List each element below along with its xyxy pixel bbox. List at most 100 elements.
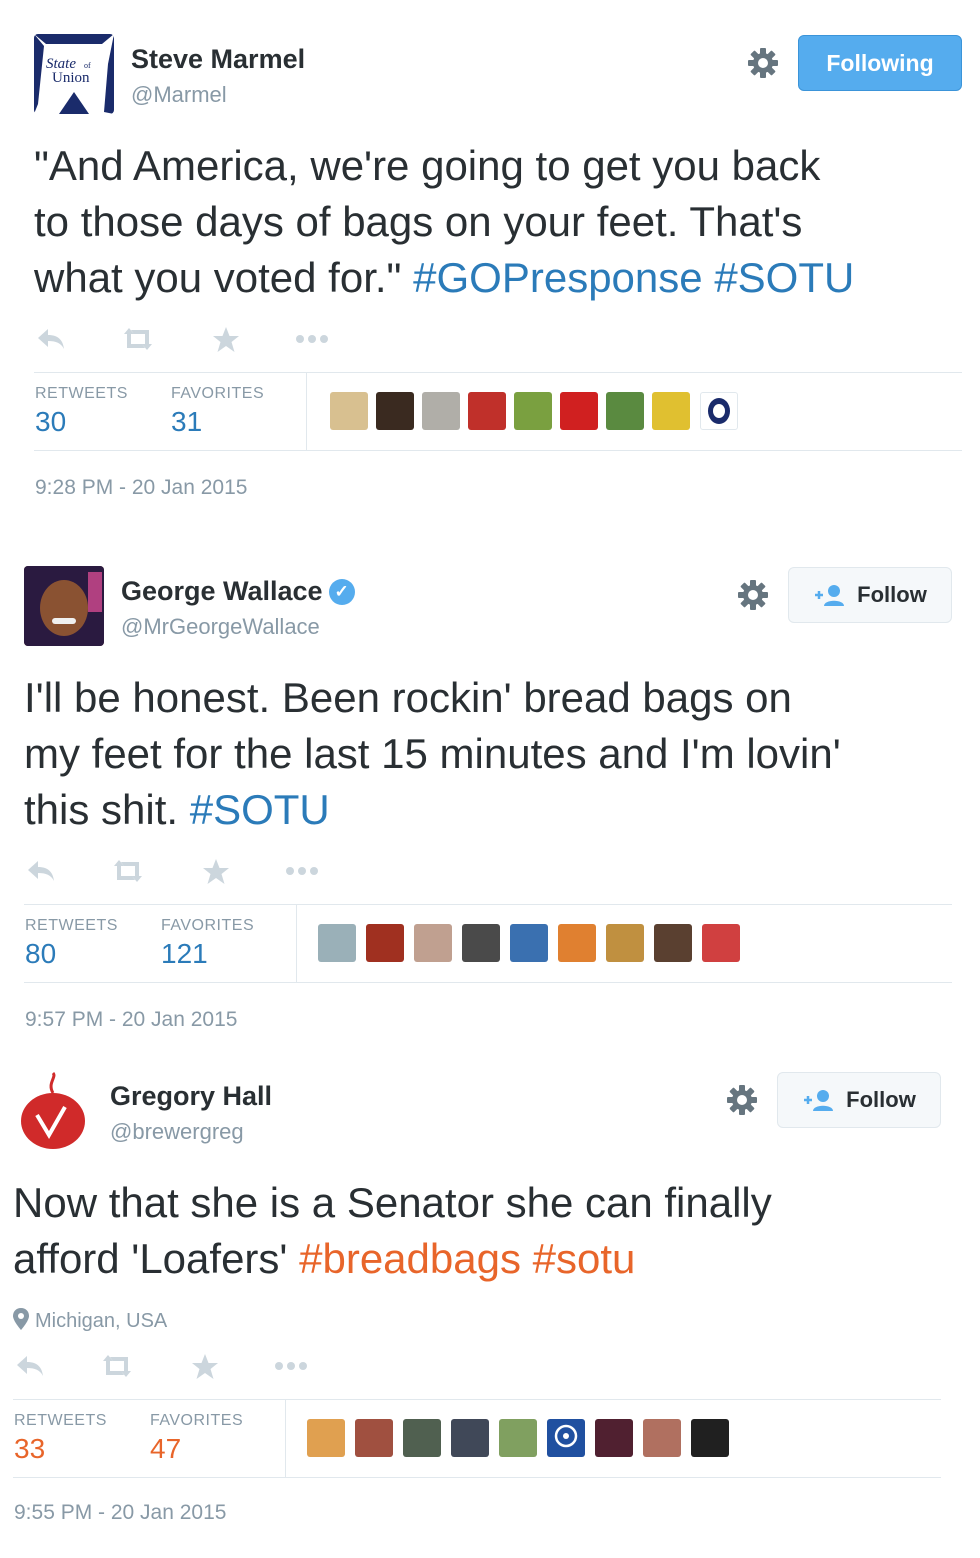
user-avatar[interactable] (307, 1419, 345, 1457)
author-name[interactable]: George Wallace ✓ (121, 576, 355, 607)
user-avatar[interactable] (403, 1419, 441, 1457)
tweet-text-fragment: what you voted for." (34, 254, 414, 301)
user-avatar[interactable] (558, 924, 596, 962)
hashtag-link[interactable]: #SOTU (190, 786, 330, 833)
following-button-label: Following (826, 49, 934, 76)
more-icon[interactable] (273, 1359, 309, 1377)
tweet-text-line: Now that she is a Senator she can finall… (13, 1179, 772, 1226)
state-of-union-logo-icon: State of Union (34, 34, 114, 114)
user-avatar[interactable] (595, 1419, 633, 1457)
user-avatar[interactable] (547, 1419, 585, 1457)
retweet-icon[interactable] (110, 858, 146, 889)
reply-icon[interactable] (36, 326, 66, 357)
location-pin-icon (13, 1308, 29, 1330)
avatar[interactable] (24, 566, 104, 646)
follow-person-icon (815, 585, 845, 606)
more-icon[interactable] (294, 332, 330, 350)
hashtag-link[interactable]: #breadbags (299, 1235, 521, 1282)
favorites-label: FAVORITES (150, 1412, 244, 1429)
divider (34, 372, 962, 373)
tweet-text-line: afford 'Loafers' #breadbags #sotu (13, 1231, 772, 1287)
tweet-text: "And America, we're going to get you bac… (34, 138, 854, 306)
author-name[interactable]: Gregory Hall (110, 1081, 272, 1112)
user-avatar[interactable] (462, 924, 500, 962)
hashtag-link[interactable]: #SOTU (714, 254, 854, 301)
favorite-icon[interactable] (212, 326, 240, 359)
favorites-count[interactable]: 121 (161, 938, 208, 970)
hashtag-link[interactable]: #sotu (533, 1235, 636, 1282)
favorite-icon[interactable] (202, 858, 230, 891)
verified-badge-icon: ✓ (328, 579, 355, 605)
user-avatar[interactable] (355, 1419, 393, 1457)
hashtag-link[interactable]: #GOPresponse (413, 254, 703, 301)
avatar[interactable] (13, 1071, 93, 1151)
tweet-text-line: what you voted for." #GOPresponse #SOTU (34, 250, 854, 306)
tweet-actions (24, 858, 344, 888)
user-avatar[interactable] (318, 924, 356, 962)
retweets-label: RETWEETS (35, 385, 128, 402)
follow-button[interactable]: Follow (788, 567, 952, 623)
tweet-text-fragment: afford 'Loafers' (13, 1235, 300, 1282)
tweet-text: Now that she is a Senator she can finall… (13, 1175, 772, 1287)
user-avatar[interactable] (468, 392, 506, 430)
user-avatar[interactable] (499, 1419, 537, 1457)
tweet-actions (34, 326, 354, 356)
user-avatar[interactable] (366, 924, 404, 962)
tweet-timestamp[interactable]: 9:28 PM - 20 Jan 2015 (35, 476, 247, 500)
user-avatar[interactable] (606, 392, 644, 430)
author-handle[interactable]: @brewergreg (110, 1119, 244, 1145)
divider (13, 1477, 941, 1478)
user-avatar[interactable] (422, 392, 460, 430)
user-avatar[interactable] (652, 392, 690, 430)
divider (296, 905, 297, 983)
user-avatar[interactable] (702, 924, 740, 962)
retweet-icon[interactable] (99, 1353, 135, 1384)
tweet-timestamp[interactable]: 9:55 PM - 20 Jan 2015 (14, 1501, 226, 1525)
user-avatar[interactable] (700, 392, 738, 430)
author-name[interactable]: Steve Marmel (131, 44, 305, 75)
user-avatar[interactable] (654, 924, 692, 962)
divider (285, 1400, 286, 1478)
user-avatar[interactable] (560, 392, 598, 430)
gear-icon[interactable] (736, 578, 770, 612)
retweets-count[interactable]: 80 (25, 938, 56, 970)
divider (13, 1399, 941, 1400)
follow-button[interactable]: Follow (777, 1072, 941, 1128)
user-avatar[interactable] (510, 924, 548, 962)
user-avatar[interactable] (451, 1419, 489, 1457)
gear-icon[interactable] (725, 1083, 759, 1117)
location-text: Michigan, USA (35, 1310, 168, 1332)
user-avatar[interactable] (606, 924, 644, 962)
retweets-count[interactable]: 30 (35, 406, 66, 438)
avatar[interactable]: State of Union (34, 34, 114, 114)
retweets-count[interactable]: 33 (14, 1433, 45, 1465)
author-handle[interactable]: @Marmel (131, 82, 227, 108)
user-avatar[interactable] (514, 392, 552, 430)
user-avatar[interactable] (414, 924, 452, 962)
following-button[interactable]: Following (798, 35, 962, 91)
reply-icon[interactable] (26, 858, 56, 889)
author-handle[interactable]: @MrGeorgeWallace (121, 614, 320, 640)
svg-text:of: of (84, 61, 91, 70)
retweet-icon[interactable] (120, 326, 156, 357)
user-avatar[interactable] (691, 1419, 729, 1457)
favoriter-avatars (318, 924, 748, 964)
reply-icon[interactable] (15, 1353, 45, 1384)
divider (34, 450, 962, 451)
favorites-count[interactable]: 31 (171, 406, 202, 438)
more-icon[interactable] (284, 864, 320, 882)
tweet-actions (13, 1353, 333, 1383)
gear-icon[interactable] (746, 46, 780, 80)
apple-logo-icon (21, 1071, 85, 1149)
tweet-timestamp[interactable]: 9:57 PM - 20 Jan 2015 (25, 1008, 237, 1032)
favorite-icon[interactable] (191, 1353, 219, 1386)
favorites-label: FAVORITES (161, 917, 255, 934)
user-avatar[interactable] (376, 392, 414, 430)
divider (24, 904, 952, 905)
user-avatar[interactable] (330, 392, 368, 430)
favorites-count[interactable]: 47 (150, 1433, 181, 1465)
user-avatar[interactable] (643, 1419, 681, 1457)
tweet-text-line: I'll be honest. Been rockin' bread bags … (24, 674, 792, 721)
divider (24, 982, 952, 983)
tweet-location[interactable]: Michigan, USA (13, 1308, 167, 1333)
